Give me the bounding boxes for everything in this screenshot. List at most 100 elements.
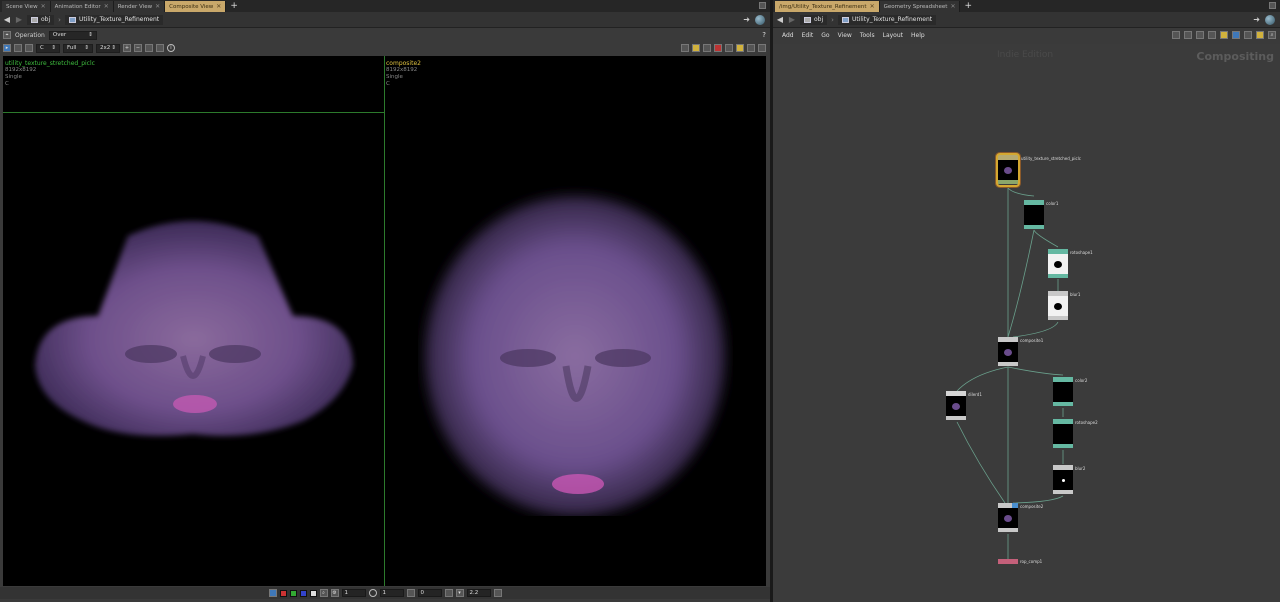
menu-view[interactable]: View	[838, 32, 852, 39]
display-icon[interactable]	[25, 44, 33, 52]
zoom-in-icon[interactable]: +	[123, 44, 131, 52]
add-tab-icon[interactable]: +	[226, 1, 242, 12]
exposure-field[interactable]: 1	[379, 589, 404, 597]
gear-icon[interactable]: ⚙	[330, 589, 339, 597]
snapshot-icon[interactable]	[703, 44, 711, 52]
node-file[interactable]	[996, 153, 1020, 187]
guide-icon[interactable]	[692, 44, 700, 52]
search-icon[interactable]: ⌕	[1268, 31, 1276, 39]
operation-select[interactable]: Over ⇕	[48, 30, 97, 40]
back-arrow-icon[interactable]: ◀	[776, 15, 784, 24]
menu-layout[interactable]: Layout	[883, 32, 903, 39]
gamma-icon[interactable]: ▾	[455, 589, 464, 597]
offset-field[interactable]: 0	[417, 589, 442, 597]
node-blur2[interactable]	[1053, 465, 1073, 495]
grid-icon[interactable]	[736, 44, 744, 52]
tree-view-icon[interactable]	[1184, 31, 1192, 39]
menu-tools[interactable]: Tools	[860, 32, 875, 39]
quad-view-icon[interactable]	[747, 44, 755, 52]
exposure-icon[interactable]	[368, 589, 377, 597]
path-network[interactable]: Utility_Texture_Refinement	[64, 14, 164, 25]
network-canvas[interactable]: Indie Edition Compositing utility_textur…	[773, 44, 1280, 602]
shape-palette-icon[interactable]	[1256, 31, 1264, 39]
red-channel-icon[interactable]	[279, 589, 287, 597]
channel-select[interactable]: C ⇕	[36, 43, 60, 53]
node-footer	[1048, 274, 1068, 278]
tab-animation-editor[interactable]: Animation Editor ✕	[50, 1, 114, 12]
frame-field[interactable]: 1	[341, 589, 366, 597]
frame-icon[interactable]	[156, 44, 164, 52]
green-channel-icon[interactable]	[289, 589, 297, 597]
globe-icon[interactable]	[1265, 15, 1275, 25]
menu-go[interactable]: Go	[821, 32, 829, 39]
help-icon[interactable]: ?	[762, 31, 766, 39]
node-color1[interactable]	[1024, 200, 1044, 230]
close-icon[interactable]: ✕	[950, 3, 955, 10]
node-rotoshape1[interactable]	[1048, 249, 1068, 279]
select-icon[interactable]: ▸	[3, 44, 11, 52]
info-icon[interactable]: i	[167, 44, 175, 52]
node-preview	[1004, 348, 1012, 356]
path-network[interactable]: Utility_Texture_Refinement	[837, 14, 937, 25]
channel-rgb-icon[interactable]	[268, 589, 277, 597]
home-icon[interactable]	[145, 44, 153, 52]
grid-icon[interactable]	[493, 589, 502, 597]
path-root[interactable]: obj	[27, 14, 55, 25]
forward-arrow-icon[interactable]: ▶	[15, 15, 23, 24]
wrench-icon[interactable]	[1172, 31, 1180, 39]
lut-icon[interactable]	[444, 589, 453, 597]
channel-value: C	[40, 45, 44, 51]
add-tab-icon[interactable]: +	[960, 1, 976, 12]
node-composite2[interactable]	[998, 503, 1018, 533]
offset-icon[interactable]	[406, 589, 415, 597]
magnet-icon[interactable]	[725, 44, 733, 52]
node-composite1[interactable]	[998, 337, 1018, 367]
sticky-note-icon[interactable]	[1220, 31, 1228, 39]
grid-view-icon[interactable]	[1208, 31, 1216, 39]
forward-arrow-icon[interactable]: ▶	[788, 15, 796, 24]
pin-icon[interactable]: ➜	[743, 15, 750, 24]
pane-menu-icon[interactable]	[759, 2, 766, 9]
palette-icon[interactable]	[1244, 31, 1252, 39]
menu-add[interactable]: Add	[782, 32, 794, 39]
display-options-icon[interactable]	[681, 44, 689, 52]
tab-geometry-spreadsheet[interactable]: Geometry Spreadsheet ✕	[879, 1, 961, 12]
zoom-out-icon[interactable]: −	[134, 44, 142, 52]
split-view-icon[interactable]	[758, 44, 766, 52]
blue-channel-icon[interactable]	[299, 589, 307, 597]
close-icon[interactable]: ✕	[41, 3, 46, 10]
node-footer	[1053, 444, 1073, 448]
tab-network-editor[interactable]: /img/Utility_Texture_Refinement ✕	[775, 1, 880, 12]
tab-scene-view[interactable]: Scene View ✕	[2, 1, 51, 12]
composite-viewer[interactable]: utility_texture_stretched_piclc 8192x819…	[3, 56, 766, 586]
menu-help[interactable]: Help	[911, 32, 925, 39]
alpha-channel-icon[interactable]	[309, 589, 317, 597]
close-icon[interactable]: ✕	[870, 3, 875, 10]
render-icon[interactable]	[714, 44, 722, 52]
node-label-blur2: blur2	[1075, 466, 1086, 471]
zoom-icon[interactable]: ⌕	[319, 589, 328, 597]
close-icon[interactable]: ✕	[155, 3, 160, 10]
pin-icon[interactable]: ➜	[1253, 15, 1260, 24]
node-blur1[interactable]	[1048, 291, 1068, 321]
node-rotoshape2[interactable]	[1053, 419, 1073, 449]
globe-icon[interactable]	[755, 15, 765, 25]
tab-render-view[interactable]: Render View ✕	[113, 1, 166, 12]
back-arrow-icon[interactable]: ◀	[3, 15, 11, 24]
network-box-icon[interactable]	[1232, 31, 1240, 39]
close-icon[interactable]: ✕	[216, 3, 221, 10]
node-color2[interactable]	[1053, 377, 1073, 407]
node-rop-comp[interactable]	[998, 559, 1018, 564]
resolution-select[interactable]: Full ⇕	[63, 43, 93, 53]
list-view-icon[interactable]	[1196, 31, 1204, 39]
tool-icon[interactable]: ⌖	[3, 31, 11, 39]
layout-select[interactable]: 2x2 ⇕	[96, 43, 120, 53]
tab-composite-view[interactable]: Composite View ✕	[165, 1, 227, 12]
node-dilate[interactable]	[946, 391, 966, 421]
path-root[interactable]: obj	[800, 14, 828, 25]
menu-edit[interactable]: Edit	[802, 32, 814, 39]
view-icon[interactable]	[14, 44, 22, 52]
pane-menu-icon[interactable]	[1269, 2, 1276, 9]
close-icon[interactable]: ✕	[104, 3, 109, 10]
gamma-field[interactable]: 2.2	[466, 589, 491, 597]
